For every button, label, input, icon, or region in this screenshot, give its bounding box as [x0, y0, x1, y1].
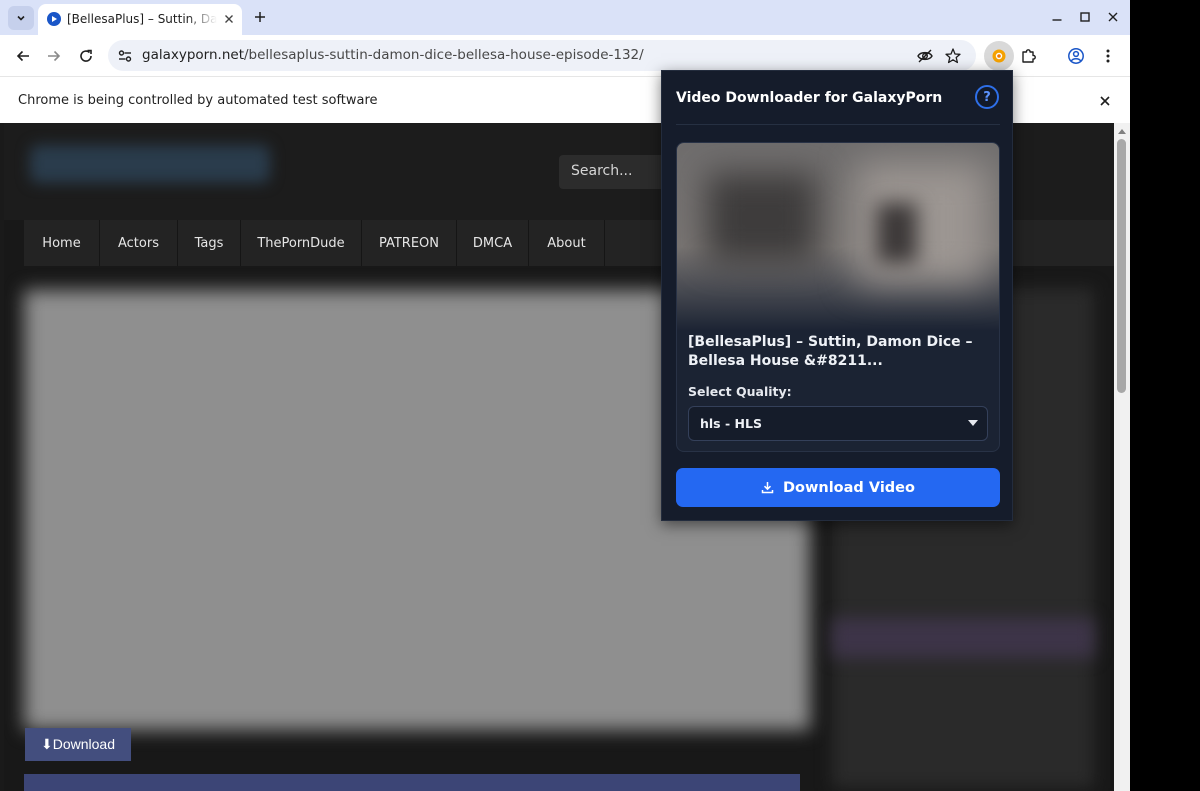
minimize-button[interactable] — [1048, 8, 1066, 26]
plus-icon — [255, 12, 265, 22]
nav-label: PATREON — [378, 235, 440, 251]
close-icon — [1100, 96, 1110, 106]
address-bar[interactable]: galaxyporn.net/bellesaplus-suttin-damon-… — [108, 40, 976, 71]
nav-item-dmca[interactable]: DMCA — [457, 220, 529, 266]
arrow-left-icon — [16, 50, 29, 62]
nav-label: Home — [42, 235, 81, 251]
video-title: [BellesaPlus] – Suttin, Damon Dice – Bel… — [688, 334, 973, 369]
scroll-up-button[interactable] — [1114, 125, 1130, 137]
nav-label: About — [547, 235, 586, 251]
url-path: /bellesaplus-suttin-damon-dice-bellesa-h… — [244, 47, 644, 63]
url-text: galaxyporn.net/bellesaplus-suttin-damon-… — [142, 47, 644, 64]
profile-icon — [1068, 48, 1084, 64]
new-tab-button[interactable] — [250, 7, 270, 27]
nav-item-about[interactable]: About — [529, 220, 605, 266]
search-placeholder: Search... — [571, 163, 633, 179]
nav-label: Actors — [118, 235, 159, 251]
star-icon[interactable] — [944, 47, 962, 65]
scrollbar-thumb[interactable] — [1117, 139, 1126, 393]
tab-close-button[interactable] — [222, 12, 236, 26]
site-info-icon[interactable] — [117, 48, 133, 64]
download-video-label: Download Video — [783, 479, 915, 496]
profile-button[interactable] — [1065, 45, 1087, 67]
nav-label: Tags — [194, 235, 224, 251]
nav-item-home[interactable]: Home — [24, 220, 100, 266]
quality-label: Select Quality: — [688, 384, 792, 399]
maximize-icon — [1080, 12, 1090, 22]
puzzle-icon — [1022, 49, 1036, 63]
popup-title: Video Downloader for GalaxyPorn — [676, 90, 943, 106]
quality-select[interactable]: hls - HLS — [688, 406, 988, 441]
site-download-button[interactable]: ⬇Download — [25, 728, 131, 761]
active-tab[interactable]: [BellesaPlus] – Suttin, Damon Dice – Bel… — [38, 4, 242, 35]
nav-label: ThePornDude — [257, 235, 345, 251]
caret-up-icon — [1118, 129, 1126, 134]
reload-icon — [80, 49, 92, 62]
back-button[interactable] — [12, 45, 34, 67]
close-icon — [1108, 12, 1118, 22]
infobar-close-button[interactable] — [1097, 93, 1113, 109]
nav-item-actors[interactable]: Actors — [100, 220, 178, 266]
nav-label: DMCA — [472, 235, 513, 251]
tab-title: [BellesaPlus] – Suttin, Damon Dice – Bel… — [67, 12, 217, 26]
nav-item-tags[interactable]: Tags — [178, 220, 241, 266]
maximize-button[interactable] — [1076, 8, 1094, 26]
content-bar — [24, 774, 800, 791]
download-icon — [761, 482, 774, 494]
page-scrollbar[interactable] — [1114, 123, 1130, 791]
sidebar-banner[interactable] — [832, 618, 1094, 658]
site-favicon-icon — [47, 12, 61, 26]
browser-window: [BellesaPlus] – Suttin, Damon Dice – Bel… — [0, 0, 1130, 791]
minimize-icon — [1052, 19, 1062, 21]
kebab-menu-icon — [1106, 49, 1110, 63]
caret-down-icon — [968, 420, 978, 426]
nav-item-patreon[interactable]: PATREON — [362, 220, 457, 266]
video-downloader-extension-icon — [992, 49, 1006, 63]
forward-button[interactable] — [43, 45, 65, 67]
quality-selected-value: hls - HLS — [700, 416, 762, 431]
arrow-right-icon — [48, 50, 61, 62]
video-card: [BellesaPlus] – Suttin, Damon Dice – Bel… — [676, 142, 1000, 452]
reload-button[interactable] — [75, 45, 97, 67]
extensions-button[interactable] — [1018, 45, 1040, 67]
window-close-button[interactable] — [1104, 8, 1122, 26]
desktop-background — [1130, 0, 1200, 791]
tab-search-button[interactable] — [8, 6, 34, 30]
video-thumbnail — [677, 143, 999, 331]
help-button[interactable]: ? — [975, 85, 999, 109]
video-downloader-popup: Video Downloader for GalaxyPorn ? [Belle… — [661, 70, 1013, 521]
site-logo[interactable] — [30, 145, 270, 183]
chevron-down-icon — [17, 15, 25, 21]
close-icon — [225, 15, 233, 23]
nav-item-theporndude[interactable]: ThePornDude — [241, 220, 362, 266]
url-domain: galaxyporn.net — [142, 47, 244, 63]
tab-strip: [BellesaPlus] – Suttin, Damon Dice – Bel… — [0, 0, 1130, 35]
popup-divider — [676, 124, 1000, 125]
infobar-message: Chrome is being controlled by automated … — [18, 93, 378, 108]
download-video-button[interactable]: Download Video — [676, 468, 1000, 507]
browser-menu-button[interactable] — [1097, 45, 1119, 67]
eye-off-icon[interactable] — [916, 47, 934, 65]
extension-video-downloader-button[interactable] — [984, 41, 1014, 71]
site-search-input[interactable]: Search... — [559, 155, 669, 189]
